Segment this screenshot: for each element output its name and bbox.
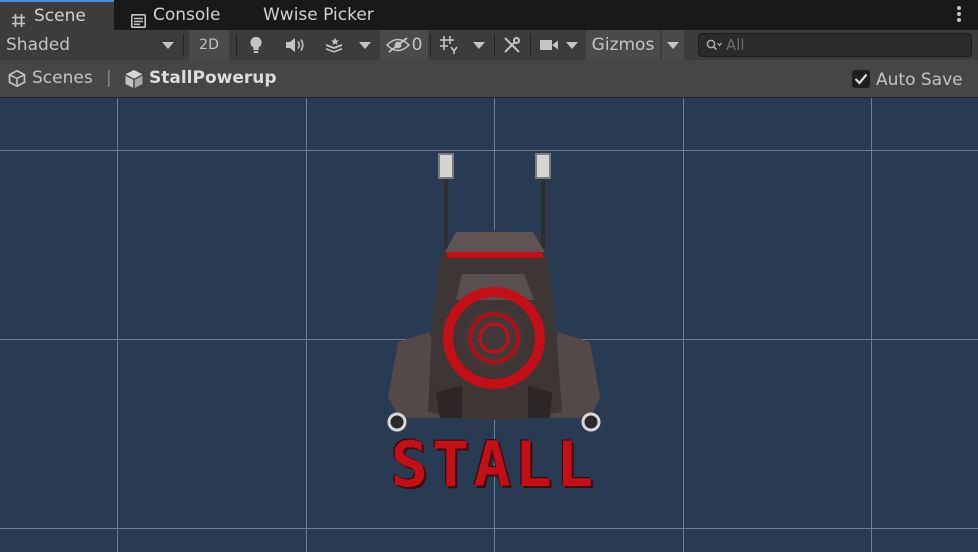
lightbulb-icon <box>250 36 262 53</box>
lighting-toggle-button[interactable] <box>240 30 272 60</box>
hidden-objects-toggle[interactable]: 0 <box>380 30 428 60</box>
tools-toggle-button[interactable] <box>498 30 526 60</box>
camera-icon <box>540 40 558 50</box>
tab-scene[interactable]: Scene <box>0 0 114 30</box>
cube-icon <box>125 70 143 88</box>
auto-save-toggle[interactable]: Auto Save <box>852 60 970 97</box>
breadcrumb: Scenes | StallPowerup Auto Save <box>0 60 978 98</box>
scene-toolbar: Shaded 2D 0 Gizmos All <box>0 30 978 60</box>
auto-save-label: Auto Save <box>876 70 963 90</box>
shading-mode-dropdown[interactable]: Shaded <box>0 30 182 60</box>
unity-logo-icon <box>8 70 26 87</box>
effects-dropdown-button[interactable] <box>352 30 378 60</box>
tab-wwise-picker-label: Wwise Picker <box>263 5 374 25</box>
camera-settings-button[interactable] <box>536 30 562 60</box>
chevron-down-icon <box>566 41 578 49</box>
toolbar-divider <box>430 34 431 56</box>
search-placeholder: All <box>726 36 745 54</box>
gizmos-label: Gizmos <box>591 35 655 55</box>
effects-toggle-button[interactable] <box>318 30 350 60</box>
tab-console[interactable]: Console <box>114 0 244 30</box>
speaker-icon <box>286 38 304 52</box>
search-icon <box>706 39 722 51</box>
chevron-down-icon <box>359 41 371 49</box>
gizmos-dropdown-button[interactable] <box>662 30 684 60</box>
chevron-down-icon <box>667 41 679 49</box>
2d-toggle-label: 2D <box>199 37 219 53</box>
checkmark-icon <box>854 73 868 85</box>
grid-snap-icon <box>440 36 458 54</box>
hidden-count: 0 <box>411 35 423 55</box>
stall-label: STALL <box>390 428 598 501</box>
auto-save-checkbox[interactable] <box>852 70 870 88</box>
grid-dropdown-button[interactable] <box>466 30 492 60</box>
grid-snapping-button[interactable] <box>434 30 464 60</box>
toolbar-divider <box>530 34 531 56</box>
tab-console-label: Console <box>153 5 221 25</box>
breadcrumb-separator: | <box>106 68 112 88</box>
chevron-down-icon <box>473 41 485 49</box>
tab-scene-label: Scene <box>34 6 86 26</box>
shading-mode-value: Shaded <box>6 35 71 55</box>
2d-toggle-button[interactable]: 2D <box>189 30 229 60</box>
tab-wwise-picker[interactable]: Wwise Picker <box>244 0 404 30</box>
chevron-down-icon <box>162 42 174 49</box>
tab-bar: Scene Console Wwise Picker <box>0 0 978 30</box>
tools-icon <box>504 37 520 53</box>
toolbar-divider <box>236 34 237 56</box>
effects-icon <box>326 37 342 53</box>
search-field[interactable]: All <box>698 33 972 57</box>
eye-slash-icon <box>385 37 410 53</box>
breadcrumb-current-label: StallPowerup <box>149 68 277 88</box>
breadcrumb-scenes-label: Scenes <box>32 68 93 88</box>
toolbar-divider <box>494 34 495 56</box>
gizmos-toggle-button[interactable]: Gizmos <box>586 30 660 60</box>
more-options-icon[interactable] <box>957 6 961 24</box>
scene-viewport[interactable]: STALL <box>0 98 978 552</box>
audio-toggle-button[interactable] <box>278 30 312 60</box>
toolbar-divider <box>183 34 184 56</box>
camera-dropdown-button[interactable] <box>562 30 582 60</box>
